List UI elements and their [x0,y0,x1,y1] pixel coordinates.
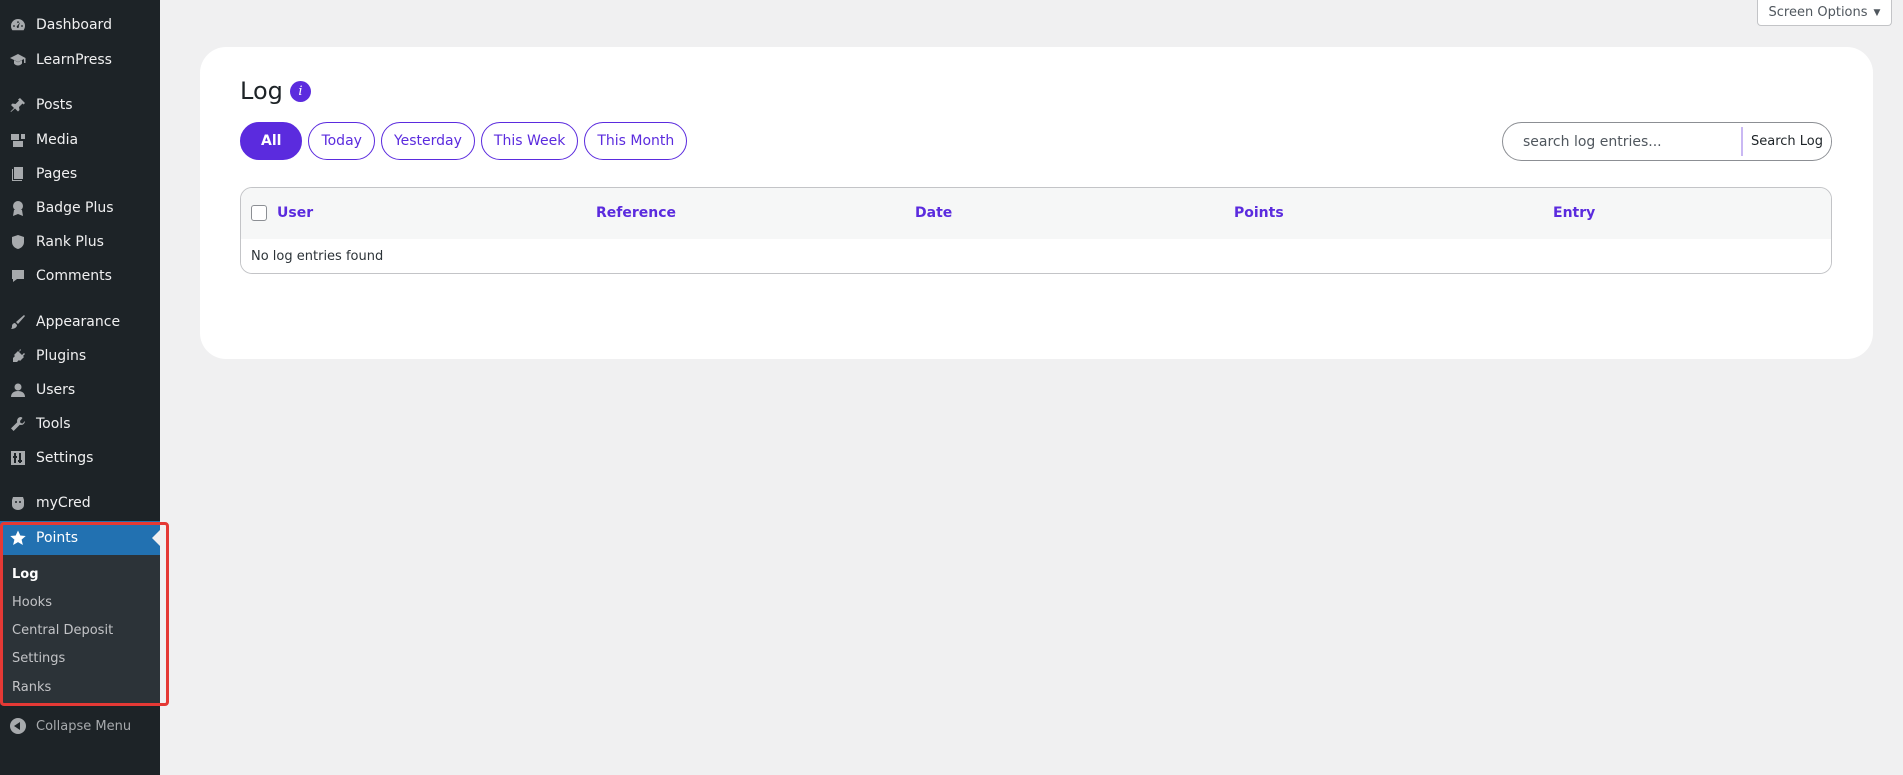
search-log-button[interactable]: Search Log [1740,127,1831,156]
info-icon[interactable]: i [290,81,311,102]
sidebar-item-label: myCred [36,495,91,511]
sidebar-item-plugins[interactable]: Plugins [0,339,160,373]
user-icon [10,382,26,398]
sidebar-item-dashboard[interactable]: Dashboard [0,8,160,42]
chevron-down-icon: ▼ [1873,7,1881,18]
sidebar-item-label: Badge Plus [36,200,114,216]
empty-message: No log entries found [251,249,384,264]
submenu-item-settings[interactable]: Settings [12,651,65,666]
log-table: User Reference Date Points Entry No log … [240,187,1832,274]
graduation-cap-icon [10,52,26,68]
sidebar-item-media[interactable]: Media [0,123,160,157]
dashboard-icon [10,17,26,33]
comment-icon [10,268,26,284]
collapse-menu-button[interactable]: Collapse Menu [0,714,131,738]
sidebar-item-label: Dashboard [36,17,112,33]
sidebar-item-comments[interactable]: Comments [0,259,160,293]
sidebar-item-label: Appearance [36,314,121,330]
filter-yesterday-button[interactable]: Yesterday [380,122,475,160]
column-header-entry[interactable]: Entry [1553,205,1595,221]
current-menu-arrow [152,530,160,546]
shield-icon [10,234,26,250]
sidebar-item-settings[interactable]: Settings [0,441,160,475]
sidebar-item-pages[interactable]: Pages [0,157,160,191]
sidebar-item-label: Users [36,382,76,398]
page-title: Log [240,77,283,105]
column-header-date[interactable]: Date [915,205,952,221]
select-all-checkbox[interactable] [251,205,267,221]
sidebar-item-rank-plus[interactable]: Rank Plus [0,225,160,259]
filter-today-button[interactable]: Today [308,122,375,160]
submenu-item-central-deposit[interactable]: Central Deposit [12,623,113,638]
brush-icon [10,314,26,330]
submenu-item-ranks[interactable]: Ranks [12,680,51,695]
collapse-menu-label: Collapse Menu [36,718,132,734]
submenu-item-log[interactable]: Log [12,567,39,582]
sidebar-item-label: Pages [36,166,78,182]
star-icon [10,530,26,546]
sidebar-item-label: Media [36,132,79,148]
filter-this-week-button[interactable]: This Week [480,122,579,160]
sidebar-item-learnpress[interactable]: LearnPress [0,43,160,77]
column-header-user[interactable]: User [277,205,313,221]
sidebar-item-label: Settings [36,450,94,466]
sidebar-item-label: LearnPress [36,52,112,68]
sidebar-item-label: Rank Plus [36,234,104,250]
pages-icon [10,166,26,182]
sidebar-item-badge-plus[interactable]: Badge Plus [0,191,160,225]
screen-options-label: Screen Options [1768,5,1868,20]
sidebar-item-points[interactable]: Points [0,521,160,555]
search-input[interactable] [1503,123,1741,160]
column-header-points[interactable]: Points [1234,205,1284,221]
badge-icon [10,200,26,216]
log-card: Log i All Today Yesterday This Week This… [200,47,1873,359]
pin-icon [10,97,26,113]
plugin-icon [10,348,26,364]
sidebar-item-label: Plugins [36,348,87,364]
mycred-icon [10,495,26,511]
table-header: User Reference Date Points Entry [241,188,1831,239]
sidebar-item-label: Tools [36,416,71,432]
submenu-item-hooks[interactable]: Hooks [12,595,52,610]
table-row: No log entries found [241,239,1831,273]
sidebar-item-users[interactable]: Users [0,373,160,407]
sidebar-item-mycred[interactable]: myCred [0,486,160,520]
sidebar-item-label: Posts [36,97,73,113]
filter-all-button[interactable]: All [240,122,303,160]
admin-sidebar: Dashboard LearnPress Posts Media Pages B… [0,0,160,775]
sidebar-item-label: Points [36,530,79,546]
sidebar-item-tools[interactable]: Tools [0,407,160,441]
settings-icon [10,450,26,466]
filter-this-month-button[interactable]: This Month [584,122,688,160]
points-submenu: Log Hooks Central Deposit Settings Ranks [0,555,160,705]
media-icon [10,132,26,148]
date-filter-group: All Today Yesterday This Week This Month [240,122,688,160]
search-box: Search Log [1502,122,1832,161]
wrench-icon [10,416,26,432]
screen-options-button[interactable]: Screen Options ▼ [1757,0,1892,26]
collapse-icon [10,718,26,734]
sidebar-item-label: Comments [36,268,112,284]
column-header-reference[interactable]: Reference [596,205,676,221]
sidebar-item-appearance[interactable]: Appearance [0,305,160,339]
sidebar-item-posts[interactable]: Posts [0,88,160,122]
